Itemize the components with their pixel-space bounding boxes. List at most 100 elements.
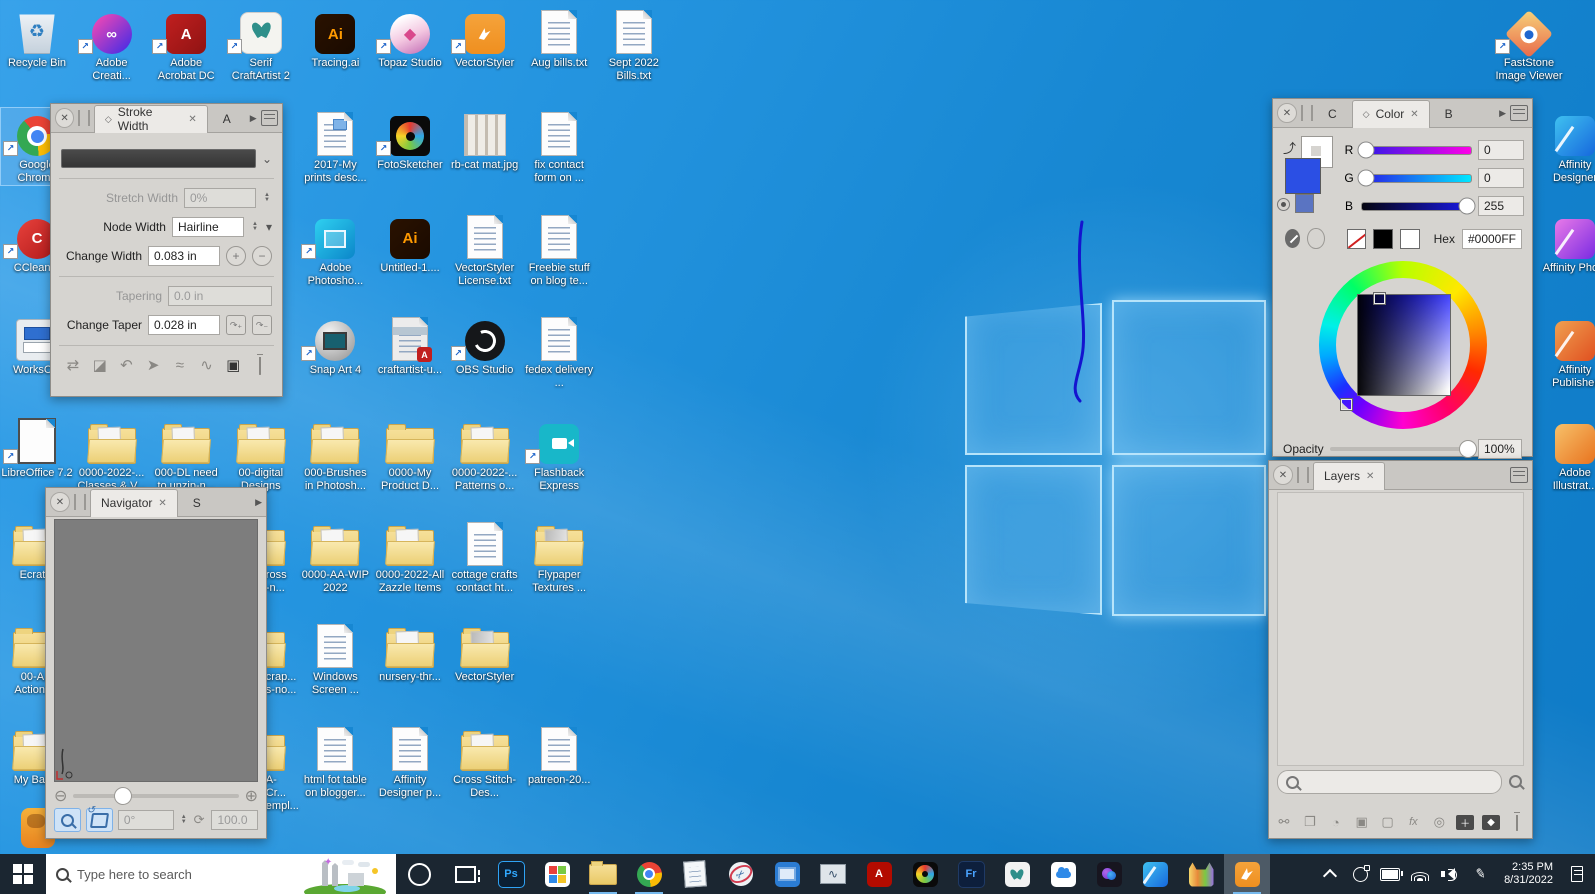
contrast-shape-icon[interactable]: ◪	[90, 356, 110, 374]
desktop-icon-folder-brushes[interactable]: 000-Brushes in Photosh...	[299, 416, 371, 493]
desktop-icon-prints-desc-doc[interactable]: 2017-My prints desc...	[299, 108, 371, 185]
hex-field[interactable]: #0000FF	[1462, 229, 1522, 249]
rotation-field[interactable]: 0°	[118, 810, 174, 830]
desktop-icon-fotosketcher[interactable]: ↗FotoSketcher	[374, 108, 446, 172]
opacity-slider-thumb[interactable]	[1459, 440, 1477, 458]
tab-close-icon[interactable]: ✕	[1366, 471, 1374, 482]
panel-menu-icon[interactable]	[1510, 105, 1528, 121]
opacity-slider[interactable]	[1330, 447, 1472, 451]
desktop-icon-tracing-ai[interactable]: AiTracing.ai	[299, 6, 371, 70]
tab-b[interactable]: B	[1434, 99, 1464, 127]
remove-taper-icon[interactable]: ↷₋	[252, 315, 272, 335]
desktop-icon-snap-art-4[interactable]: ↗Snap Art 4	[299, 313, 371, 377]
desktop-icon-adobe-acrobat-dc[interactable]: A↗Adobe Acrobat DC	[150, 6, 222, 83]
red-value-field[interactable]: 0	[1478, 140, 1524, 160]
desktop-icon-sept-2022-bills-txt[interactable]: Sept 2022 Bills.txt	[598, 6, 670, 83]
reset-rotation-icon[interactable]: ⟳	[194, 812, 205, 828]
taskbar-fotosketcher[interactable]	[902, 854, 948, 894]
desktop-icon-adobe-creative-cloud[interactable]: ∞↗Adobe Creati...	[76, 6, 148, 83]
saturation-marker[interactable]	[1374, 293, 1385, 304]
node-width-spinner[interactable]: ▲▼	[250, 222, 260, 232]
taskbar-store[interactable]	[534, 854, 580, 894]
desktop-icon-cottage-crafts-txt[interactable]: cottage crafts contact ht...	[449, 518, 521, 595]
swap-direction-icon[interactable]: ⇄	[63, 356, 83, 374]
desktop-icon-aug-bills-txt[interactable]: Aug bills.txt	[523, 6, 595, 70]
network-button[interactable]	[1406, 854, 1434, 894]
green-value-field[interactable]: 0	[1478, 168, 1524, 188]
desktop-icon-folder-classes[interactable]: 0000-2022-... Classes & V...	[76, 416, 148, 493]
desktop-icon-untitled-1-ai[interactable]: AiUntitled-1....	[374, 211, 446, 275]
tab-close-icon[interactable]: ✕	[188, 114, 196, 125]
color-wheel[interactable]	[1319, 261, 1487, 429]
taskbar-control-panel[interactable]	[764, 854, 810, 894]
red-slider-thumb[interactable]	[1358, 142, 1375, 159]
green-slider-thumb[interactable]	[1358, 170, 1375, 187]
taskbar-clock[interactable]: 2:35 PM 8/31/2022	[1496, 861, 1561, 887]
taskbar-marmoset[interactable]	[1178, 854, 1224, 894]
delete-layer-icon[interactable]	[1508, 815, 1526, 830]
dock-grip-icon[interactable]	[1301, 105, 1313, 121]
dock-grip-icon[interactable]	[78, 110, 90, 126]
desktop-icon-vectorstyler-app[interactable]: ↗VectorStyler	[449, 6, 521, 70]
white-swatch[interactable]	[1400, 229, 1420, 249]
taskbar-cloud[interactable]	[1040, 854, 1086, 894]
tab-close-icon[interactable]: ✕	[1410, 109, 1418, 120]
desktop-icon-faststone-image-viewer[interactable]: ↗FastStone Image Viewer	[1493, 6, 1565, 83]
new-group-icon[interactable]: ◆	[1482, 815, 1500, 830]
desktop-icon-folder-cross-stitch[interactable]: Cross Stitch-Des...	[449, 723, 521, 800]
desktop-icon-affinity-designer-p-txt[interactable]: Affinity Designer p...	[374, 723, 446, 800]
panel-menu-icon[interactable]	[261, 110, 278, 126]
taskbar-photoshop[interactable]: Ps	[488, 854, 534, 894]
layers-zoom-icon[interactable]	[1509, 775, 1522, 788]
close-icon[interactable]: ✕	[1277, 103, 1297, 123]
node-width-field[interactable]: Hairline	[172, 217, 244, 237]
taskbar-performance-monitor[interactable]: ∿	[810, 854, 856, 894]
increase-width-icon[interactable]: +	[226, 246, 246, 266]
desktop-icon-affinity-publisher-edge[interactable]: Affinity Publisher	[1539, 313, 1595, 390]
stroke-preview-dropdown[interactable]: ⌄	[61, 149, 272, 168]
swap-fill-stroke-icon[interactable]: ⤴	[1283, 138, 1296, 157]
zoom-slider-thumb[interactable]	[114, 787, 132, 805]
desktop-icon-html-table-txt[interactable]: html fot table on blogger...	[299, 723, 371, 800]
taskbar-chrome[interactable]	[626, 854, 672, 894]
pen-button[interactable]: ✎	[1466, 854, 1494, 894]
tray-app-button[interactable]	[1346, 854, 1374, 894]
desktop-icon-fix-contact-form-txt[interactable]: fix contact form on ...	[523, 108, 595, 185]
link-layer-icon[interactable]: ⚯	[1275, 814, 1293, 830]
taskbar-craftartist[interactable]	[994, 854, 1040, 894]
filled-square-icon[interactable]: ▣	[223, 356, 243, 374]
battery-button[interactable]	[1376, 854, 1404, 894]
circle-picker-icon[interactable]	[1307, 228, 1324, 249]
undo-icon[interactable]: ↶	[116, 356, 136, 374]
change-width-field[interactable]: 0.083 in	[148, 246, 220, 266]
color-target-radio[interactable]	[1277, 198, 1290, 211]
tab-stroke-width[interactable]: ◇ Stroke Width ✕	[94, 105, 208, 133]
start-button[interactable]	[0, 854, 46, 894]
tab-s[interactable]: S	[182, 488, 212, 516]
rotate-tool-button[interactable]	[86, 808, 113, 832]
desktop-icon-folder-my-product[interactable]: 0000-My Product D...	[374, 416, 446, 493]
tab-close-icon[interactable]: ✕	[158, 498, 166, 509]
desktop-icon-fedex-delivery-txt[interactable]: fedex delivery ...	[523, 313, 595, 390]
taskbar-search-input[interactable]: Type here to search ✦	[46, 854, 396, 894]
desktop-icon-serif-craftartist-2[interactable]: ↗Serif CraftArtist 2	[225, 6, 297, 83]
desktop-icon-vectorstyler-license-txt[interactable]: VectorStyler License.txt	[449, 211, 521, 288]
taskbar-snipping-tool[interactable]: ✂	[718, 854, 764, 894]
decrease-width-icon[interactable]: −	[252, 246, 272, 266]
zoom-tool-button[interactable]	[54, 808, 81, 832]
new-layer-icon[interactable]: ＋	[1456, 815, 1474, 830]
action-center-button[interactable]	[1563, 854, 1591, 894]
layers-list[interactable]	[1277, 492, 1524, 766]
zoom-in-icon[interactable]: ⊕	[245, 786, 258, 806]
tab-overflow-icon[interactable]: ▶	[255, 497, 262, 508]
adjustment-icon[interactable]: ◎	[1430, 814, 1448, 830]
red-slider[interactable]	[1361, 146, 1472, 155]
fill-swatch[interactable]	[1285, 158, 1321, 194]
blue-value-field[interactable]: 255	[1478, 196, 1524, 216]
node-arrow-icon[interactable]: ➤	[143, 356, 163, 374]
desktop-icon-folder-nursery[interactable]: nursery-thr...	[374, 620, 446, 684]
tab-layers[interactable]: Layers ✕	[1313, 462, 1385, 490]
hue-marker[interactable]	[1341, 399, 1352, 410]
close-icon[interactable]: ✕	[50, 492, 70, 512]
secondary-swatch[interactable]	[1295, 194, 1314, 213]
